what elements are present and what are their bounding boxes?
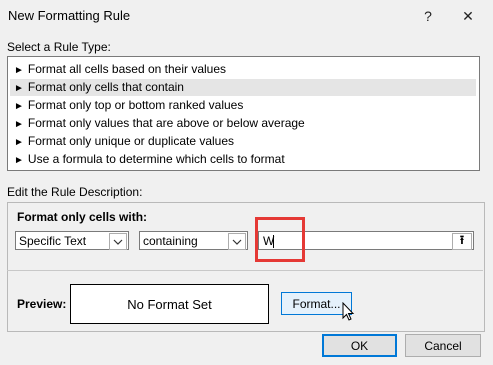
close-icon: ✕ xyxy=(462,7,474,24)
chevron-down-icon xyxy=(232,239,242,245)
dialog-title: New Formatting Rule xyxy=(8,8,131,23)
format-button-label: Format... xyxy=(292,296,341,311)
description-heading: Edit the Rule Description: xyxy=(7,185,143,199)
cancel-button[interactable]: Cancel xyxy=(405,334,481,357)
preview-box: No Format Set xyxy=(70,284,269,324)
rule-type-item[interactable]: ► Format only unique or duplicate values xyxy=(10,133,476,150)
arrow-icon: ► xyxy=(14,65,24,76)
preview-label: Preview: xyxy=(17,297,67,311)
ok-button-label: OK xyxy=(350,338,369,353)
arrow-icon: ► xyxy=(14,155,24,166)
cancel-button-label: Cancel xyxy=(424,338,462,353)
rule-type-item[interactable]: ► Use a formula to determine which cells … xyxy=(10,151,476,168)
separator xyxy=(7,270,483,271)
help-button[interactable]: ? xyxy=(408,0,448,32)
rule-type-item[interactable]: ► Format only top or bottom ranked values xyxy=(10,97,476,114)
arrow-icon: ► xyxy=(14,83,24,94)
rule-type-list[interactable]: ► Format all cells based on their values … xyxy=(7,56,480,171)
rule-type-heading-label: Select a Rule Type: xyxy=(7,40,111,54)
mouse-pointer-icon xyxy=(342,302,355,321)
rule-type-item-label: Format all cells based on their values xyxy=(27,62,226,76)
arrow-icon: ► xyxy=(14,101,24,112)
close-button[interactable]: ✕ xyxy=(448,0,488,32)
rule-type-heading: Select a Rule Type: xyxy=(7,40,111,54)
rule-type-item[interactable]: ► Format all cells based on their values xyxy=(10,61,476,78)
operator-value: containing xyxy=(143,233,198,248)
rule-type-item[interactable]: ► Format only values that are above or be… xyxy=(10,115,476,132)
collapse-dialog-button[interactable]: ⭱ xyxy=(452,233,472,250)
rule-type-item-label: Use a formula to determine which cells t… xyxy=(27,152,285,166)
upload-arrow-icon: ⭱ xyxy=(459,233,465,247)
rule-type-item-label: Format only values that are above or bel… xyxy=(27,116,305,130)
operator-select[interactable]: containing xyxy=(139,231,248,250)
arrow-icon: ► xyxy=(14,119,24,130)
highlight-box xyxy=(255,217,305,262)
arrow-icon: ► xyxy=(14,137,24,148)
rule-type-item-label: Format only unique or duplicate values xyxy=(27,134,235,148)
rule-type-item-label: Format only cells that contain xyxy=(27,80,184,94)
chevron-down-icon xyxy=(113,239,123,245)
rule-type-item-label: Format only top or bottom ranked values xyxy=(27,98,244,112)
format-cells-with-label: Format only cells with: xyxy=(17,210,148,224)
operator-dropdown-button[interactable] xyxy=(228,233,246,250)
rule-type-item-selected[interactable]: ► Format only cells that contain xyxy=(10,79,476,96)
ok-button[interactable]: OK xyxy=(322,334,397,357)
condition-type-dropdown-button[interactable] xyxy=(109,233,127,250)
condition-type-select[interactable]: Specific Text xyxy=(15,231,129,250)
condition-type-value: Specific Text xyxy=(19,233,87,248)
